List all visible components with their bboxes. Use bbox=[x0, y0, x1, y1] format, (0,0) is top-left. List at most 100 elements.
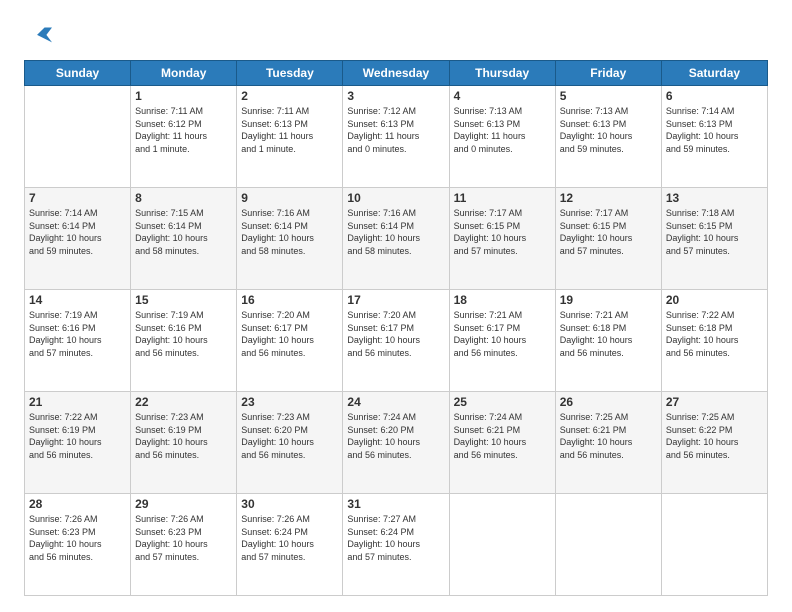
day-number: 3 bbox=[347, 89, 444, 103]
calendar-cell: 27 Sunrise: 7:25 AM Sunset: 6:22 PM Dayli… bbox=[661, 392, 767, 494]
day-info: Sunrise: 7:16 AM Sunset: 6:14 PM Dayligh… bbox=[347, 207, 444, 257]
day-number: 5 bbox=[560, 89, 657, 103]
calendar-cell: 5 Sunrise: 7:13 AM Sunset: 6:13 PM Daylig… bbox=[555, 86, 661, 188]
day-header-sunday: Sunday bbox=[25, 61, 131, 86]
day-info: Sunrise: 7:14 AM Sunset: 6:13 PM Dayligh… bbox=[666, 105, 763, 155]
day-info: Sunrise: 7:15 AM Sunset: 6:14 PM Dayligh… bbox=[135, 207, 232, 257]
calendar-cell: 21Sunrise: 7:22 AM Sunset: 6:19 PM Dayli… bbox=[25, 392, 131, 494]
day-info: Sunrise: 7:20 AM Sunset: 6:17 PM Dayligh… bbox=[347, 309, 444, 359]
day-info: Sunrise: 7:26 AM Sunset: 6:23 PM Dayligh… bbox=[135, 513, 232, 563]
day-number: 7 bbox=[29, 191, 126, 205]
calendar-cell: 7 Sunrise: 7:14 AM Sunset: 6:14 PM Daylig… bbox=[25, 188, 131, 290]
calendar-cell: 9 Sunrise: 7:16 AM Sunset: 6:14 PM Daylig… bbox=[237, 188, 343, 290]
day-info: Sunrise: 7:12 AM Sunset: 6:13 PM Dayligh… bbox=[347, 105, 444, 155]
day-info: Sunrise: 7:17 AM Sunset: 6:15 PM Dayligh… bbox=[454, 207, 551, 257]
calendar-table: SundayMondayTuesdayWednesdayThursdayFrid… bbox=[24, 60, 768, 596]
day-number: 9 bbox=[241, 191, 338, 205]
calendar-cell: 11Sunrise: 7:17 AM Sunset: 6:15 PM Dayli… bbox=[449, 188, 555, 290]
calendar-header-row: SundayMondayTuesdayWednesdayThursdayFrid… bbox=[25, 61, 768, 86]
day-info: Sunrise: 7:26 AM Sunset: 6:24 PM Dayligh… bbox=[241, 513, 338, 563]
day-header-friday: Friday bbox=[555, 61, 661, 86]
day-info: Sunrise: 7:11 AM Sunset: 6:13 PM Dayligh… bbox=[241, 105, 338, 155]
day-info: Sunrise: 7:11 AM Sunset: 6:12 PM Dayligh… bbox=[135, 105, 232, 155]
calendar-week-4: 21Sunrise: 7:22 AM Sunset: 6:19 PM Dayli… bbox=[25, 392, 768, 494]
day-number: 14 bbox=[29, 293, 126, 307]
calendar-cell: 18 Sunrise: 7:21 AM Sunset: 6:17 PM Dayli… bbox=[449, 290, 555, 392]
day-info: Sunrise: 7:19 AM Sunset: 6:16 PM Dayligh… bbox=[29, 309, 126, 359]
day-info: Sunrise: 7:13 AM Sunset: 6:13 PM Dayligh… bbox=[560, 105, 657, 155]
calendar-cell: 3 Sunrise: 7:12 AM Sunset: 6:13 PM Daylig… bbox=[343, 86, 449, 188]
calendar-week-1: 1 Sunrise: 7:11 AM Sunset: 6:12 PM Daylig… bbox=[25, 86, 768, 188]
day-number: 10 bbox=[347, 191, 444, 205]
calendar-cell: 26Sunrise: 7:25 AM Sunset: 6:21 PM Dayli… bbox=[555, 392, 661, 494]
day-info: Sunrise: 7:21 AM Sunset: 6:18 PM Dayligh… bbox=[560, 309, 657, 359]
day-number: 28 bbox=[29, 497, 126, 511]
calendar-cell: 1 Sunrise: 7:11 AM Sunset: 6:12 PM Daylig… bbox=[131, 86, 237, 188]
calendar-cell bbox=[555, 494, 661, 596]
day-header-wednesday: Wednesday bbox=[343, 61, 449, 86]
day-number: 13 bbox=[666, 191, 763, 205]
calendar-week-5: 28 Sunrise: 7:26 AM Sunset: 6:23 PM Dayli… bbox=[25, 494, 768, 596]
day-header-saturday: Saturday bbox=[661, 61, 767, 86]
day-number: 24 bbox=[347, 395, 444, 409]
day-number: 30 bbox=[241, 497, 338, 511]
calendar-week-3: 14 Sunrise: 7:19 AM Sunset: 6:16 PM Dayli… bbox=[25, 290, 768, 392]
day-number: 19 bbox=[560, 293, 657, 307]
day-number: 1 bbox=[135, 89, 232, 103]
day-number: 18 bbox=[454, 293, 551, 307]
day-info: Sunrise: 7:25 AM Sunset: 6:22 PM Dayligh… bbox=[666, 411, 763, 461]
day-info: Sunrise: 7:24 AM Sunset: 6:20 PM Dayligh… bbox=[347, 411, 444, 461]
calendar-cell: 23 Sunrise: 7:23 AM Sunset: 6:20 PM Dayli… bbox=[237, 392, 343, 494]
calendar-cell bbox=[449, 494, 555, 596]
day-info: Sunrise: 7:23 AM Sunset: 6:19 PM Dayligh… bbox=[135, 411, 232, 461]
day-number: 6 bbox=[666, 89, 763, 103]
day-number: 22 bbox=[135, 395, 232, 409]
day-header-monday: Monday bbox=[131, 61, 237, 86]
day-info: Sunrise: 7:14 AM Sunset: 6:14 PM Dayligh… bbox=[29, 207, 126, 257]
day-number: 21 bbox=[29, 395, 126, 409]
day-number: 27 bbox=[666, 395, 763, 409]
day-number: 20 bbox=[666, 293, 763, 307]
calendar-cell: 22 Sunrise: 7:23 AM Sunset: 6:19 PM Dayli… bbox=[131, 392, 237, 494]
day-info: Sunrise: 7:26 AM Sunset: 6:23 PM Dayligh… bbox=[29, 513, 126, 563]
header bbox=[24, 20, 768, 48]
day-info: Sunrise: 7:23 AM Sunset: 6:20 PM Dayligh… bbox=[241, 411, 338, 461]
day-number: 2 bbox=[241, 89, 338, 103]
day-number: 31 bbox=[347, 497, 444, 511]
day-info: Sunrise: 7:22 AM Sunset: 6:18 PM Dayligh… bbox=[666, 309, 763, 359]
day-number: 4 bbox=[454, 89, 551, 103]
calendar-cell: 25 Sunrise: 7:24 AM Sunset: 6:21 PM Dayli… bbox=[449, 392, 555, 494]
calendar-cell: 30 Sunrise: 7:26 AM Sunset: 6:24 PM Dayli… bbox=[237, 494, 343, 596]
day-number: 29 bbox=[135, 497, 232, 511]
day-number: 8 bbox=[135, 191, 232, 205]
calendar-cell: 19 Sunrise: 7:21 AM Sunset: 6:18 PM Dayli… bbox=[555, 290, 661, 392]
calendar-cell bbox=[25, 86, 131, 188]
logo bbox=[24, 20, 56, 48]
day-info: Sunrise: 7:27 AM Sunset: 6:24 PM Dayligh… bbox=[347, 513, 444, 563]
calendar-cell: 20 Sunrise: 7:22 AM Sunset: 6:18 PM Dayli… bbox=[661, 290, 767, 392]
page: SundayMondayTuesdayWednesdayThursdayFrid… bbox=[0, 0, 792, 612]
day-number: 15 bbox=[135, 293, 232, 307]
day-info: Sunrise: 7:16 AM Sunset: 6:14 PM Dayligh… bbox=[241, 207, 338, 257]
calendar-cell: 28 Sunrise: 7:26 AM Sunset: 6:23 PM Dayli… bbox=[25, 494, 131, 596]
calendar-cell: 10 Sunrise: 7:16 AM Sunset: 6:14 PM Dayli… bbox=[343, 188, 449, 290]
calendar-cell: 12Sunrise: 7:17 AM Sunset: 6:15 PM Dayli… bbox=[555, 188, 661, 290]
day-info: Sunrise: 7:24 AM Sunset: 6:21 PM Dayligh… bbox=[454, 411, 551, 461]
calendar-cell: 31 Sunrise: 7:27 AM Sunset: 6:24 PM Dayli… bbox=[343, 494, 449, 596]
day-info: Sunrise: 7:19 AM Sunset: 6:16 PM Dayligh… bbox=[135, 309, 232, 359]
calendar-cell: 4 Sunrise: 7:13 AM Sunset: 6:13 PM Daylig… bbox=[449, 86, 555, 188]
day-number: 17 bbox=[347, 293, 444, 307]
calendar-cell: 6 Sunrise: 7:14 AM Sunset: 6:13 PM Daylig… bbox=[661, 86, 767, 188]
day-info: Sunrise: 7:21 AM Sunset: 6:17 PM Dayligh… bbox=[454, 309, 551, 359]
day-number: 23 bbox=[241, 395, 338, 409]
calendar-cell: 29 Sunrise: 7:26 AM Sunset: 6:23 PM Dayli… bbox=[131, 494, 237, 596]
day-info: Sunrise: 7:17 AM Sunset: 6:15 PM Dayligh… bbox=[560, 207, 657, 257]
day-info: Sunrise: 7:25 AM Sunset: 6:21 PM Dayligh… bbox=[560, 411, 657, 461]
day-info: Sunrise: 7:13 AM Sunset: 6:13 PM Dayligh… bbox=[454, 105, 551, 155]
calendar-cell: 24 Sunrise: 7:24 AM Sunset: 6:20 PM Dayli… bbox=[343, 392, 449, 494]
day-number: 16 bbox=[241, 293, 338, 307]
calendar-cell: 13Sunrise: 7:18 AM Sunset: 6:15 PM Dayli… bbox=[661, 188, 767, 290]
calendar-week-2: 7 Sunrise: 7:14 AM Sunset: 6:14 PM Daylig… bbox=[25, 188, 768, 290]
day-info: Sunrise: 7:20 AM Sunset: 6:17 PM Dayligh… bbox=[241, 309, 338, 359]
day-number: 25 bbox=[454, 395, 551, 409]
